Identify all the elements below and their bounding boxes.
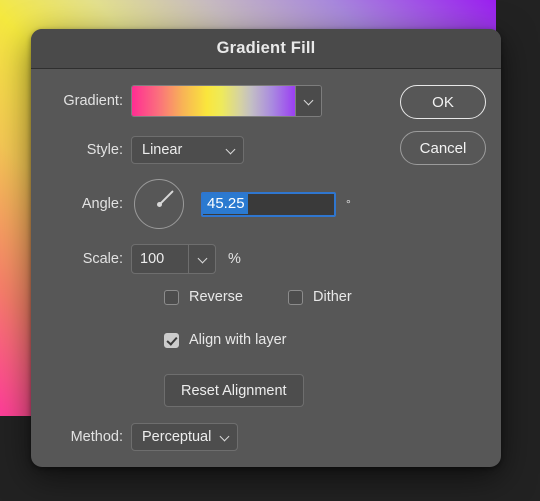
- align-with-layer-label: Align with layer: [189, 332, 287, 348]
- style-label-column: Style:: [31, 142, 131, 158]
- method-label: Method:: [70, 429, 123, 445]
- scale-label-column: Scale:: [31, 251, 131, 267]
- dialog-title: Gradient Fill: [216, 39, 316, 57]
- chevron-down-icon: [226, 146, 235, 155]
- angle-label: Angle:: [81, 196, 123, 212]
- scale-label: Scale:: [82, 251, 123, 267]
- checkbox-unchecked-icon: [288, 289, 303, 305]
- dialog-body: Gradient: Style: Linear Angle: 45.25 ° S…: [31, 69, 501, 467]
- reverse-checkbox[interactable]: Reverse: [164, 289, 243, 305]
- gradient-row: Gradient:: [31, 85, 322, 117]
- dither-checkbox[interactable]: Dither: [288, 289, 352, 305]
- gradient-swatch[interactable]: [132, 86, 295, 116]
- angle-dial-icon[interactable]: [134, 179, 184, 229]
- ok-button[interactable]: OK: [400, 85, 486, 119]
- style-label: Style:: [86, 142, 123, 158]
- angle-input[interactable]: 45.25: [201, 191, 336, 217]
- angle-dial-hub: [156, 201, 162, 207]
- chevron-down-icon: [198, 255, 207, 264]
- scale-dropdown-button[interactable]: [188, 245, 215, 273]
- dialog-action-buttons: OK Cancel: [400, 85, 486, 165]
- gradient-label: Gradient:: [63, 93, 123, 109]
- checkbox-checked-icon: [164, 332, 179, 348]
- screen: Gradient Fill Gradient: Style: Linear An…: [0, 0, 540, 501]
- angle-input-value: 45.25: [203, 194, 248, 214]
- style-value: Linear: [142, 142, 183, 158]
- align-with-layer-row: Align with layer: [164, 332, 287, 348]
- gradient-fill-dialog: Gradient Fill Gradient: Style: Linear An…: [31, 29, 501, 467]
- method-select[interactable]: Perceptual: [131, 423, 239, 451]
- chevron-down-icon: [304, 97, 313, 106]
- style-select[interactable]: Linear: [131, 136, 244, 164]
- checkbox-row: Reverse Dither: [164, 289, 352, 305]
- align-with-layer-checkbox[interactable]: Align with layer: [164, 332, 287, 348]
- reverse-label: Reverse: [189, 289, 243, 305]
- dialog-titlebar: Gradient Fill: [31, 29, 501, 69]
- dither-label: Dither: [313, 289, 352, 305]
- chevron-down-icon: [220, 433, 229, 442]
- checkbox-unchecked-icon: [164, 289, 179, 305]
- gradient-label-column: Gradient:: [31, 93, 131, 109]
- angle-label-column: Angle:: [31, 196, 131, 212]
- method-row: Method: Perceptual: [31, 423, 239, 451]
- gradient-picker[interactable]: [131, 85, 322, 117]
- cancel-button[interactable]: Cancel: [400, 131, 486, 165]
- angle-row: Angle: 45.25 °: [31, 179, 351, 229]
- percent-unit-label: %: [228, 251, 241, 267]
- style-row: Style: Linear: [31, 136, 244, 164]
- reset-alignment-row: Reset Alignment: [164, 374, 304, 407]
- scale-input[interactable]: 100: [132, 245, 188, 273]
- scale-value: 100: [140, 251, 165, 267]
- reset-alignment-button[interactable]: Reset Alignment: [164, 374, 304, 407]
- method-value: Perceptual: [142, 429, 212, 445]
- method-label-column: Method:: [31, 429, 131, 445]
- scale-combobox[interactable]: 100: [131, 244, 216, 274]
- gradient-dropdown-button[interactable]: [295, 86, 321, 116]
- scale-row: Scale: 100 %: [31, 244, 241, 274]
- degree-unit-label: °: [346, 197, 351, 211]
